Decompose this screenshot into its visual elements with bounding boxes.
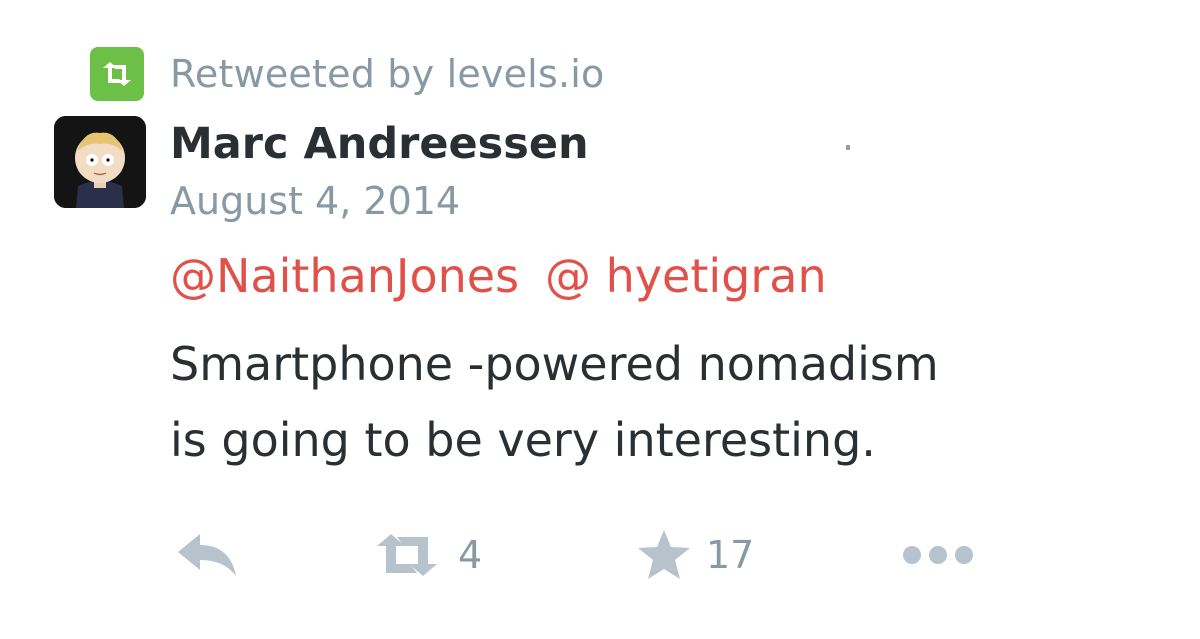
retweeted-by-text[interactable]: Retweeted by levels.io — [170, 52, 604, 96]
tweet-text-line: Smartphone -powered nomadism — [170, 337, 939, 391]
stray-dot — [846, 145, 850, 150]
retweet-count: 4 — [458, 533, 483, 577]
retweet-badge — [90, 47, 144, 101]
avatar[interactable] — [54, 116, 146, 208]
more-button[interactable] — [902, 520, 974, 590]
avatar-image — [54, 116, 146, 208]
favorite-button[interactable]: 17 — [636, 520, 754, 590]
mentions-line: @NaithanJones @ hyetigran — [170, 246, 827, 306]
reply-button[interactable] — [176, 520, 238, 590]
retweet-icon — [103, 62, 131, 86]
tweet-text: Smartphone -powered nomadism is going to… — [170, 326, 1170, 478]
retweet-icon — [377, 534, 437, 576]
mention-link[interactable]: @ hyetigran — [545, 249, 827, 303]
retweet-banner: Retweeted by levels.io — [90, 46, 604, 102]
retweet-button[interactable]: 4 — [370, 520, 482, 590]
tweet-actions: 4 17 — [0, 520, 1200, 590]
star-icon — [638, 530, 690, 579]
tweet-date[interactable]: August 4, 2014 — [170, 176, 460, 226]
author-name[interactable]: Marc Andreessen — [170, 116, 589, 172]
reply-icon — [178, 534, 236, 576]
more-dots-icon — [903, 546, 973, 564]
favorite-count: 17 — [706, 533, 755, 577]
tweet-text-line: is going to be very interesting. — [170, 413, 876, 467]
mention-link[interactable]: @NaithanJones — [170, 249, 519, 303]
